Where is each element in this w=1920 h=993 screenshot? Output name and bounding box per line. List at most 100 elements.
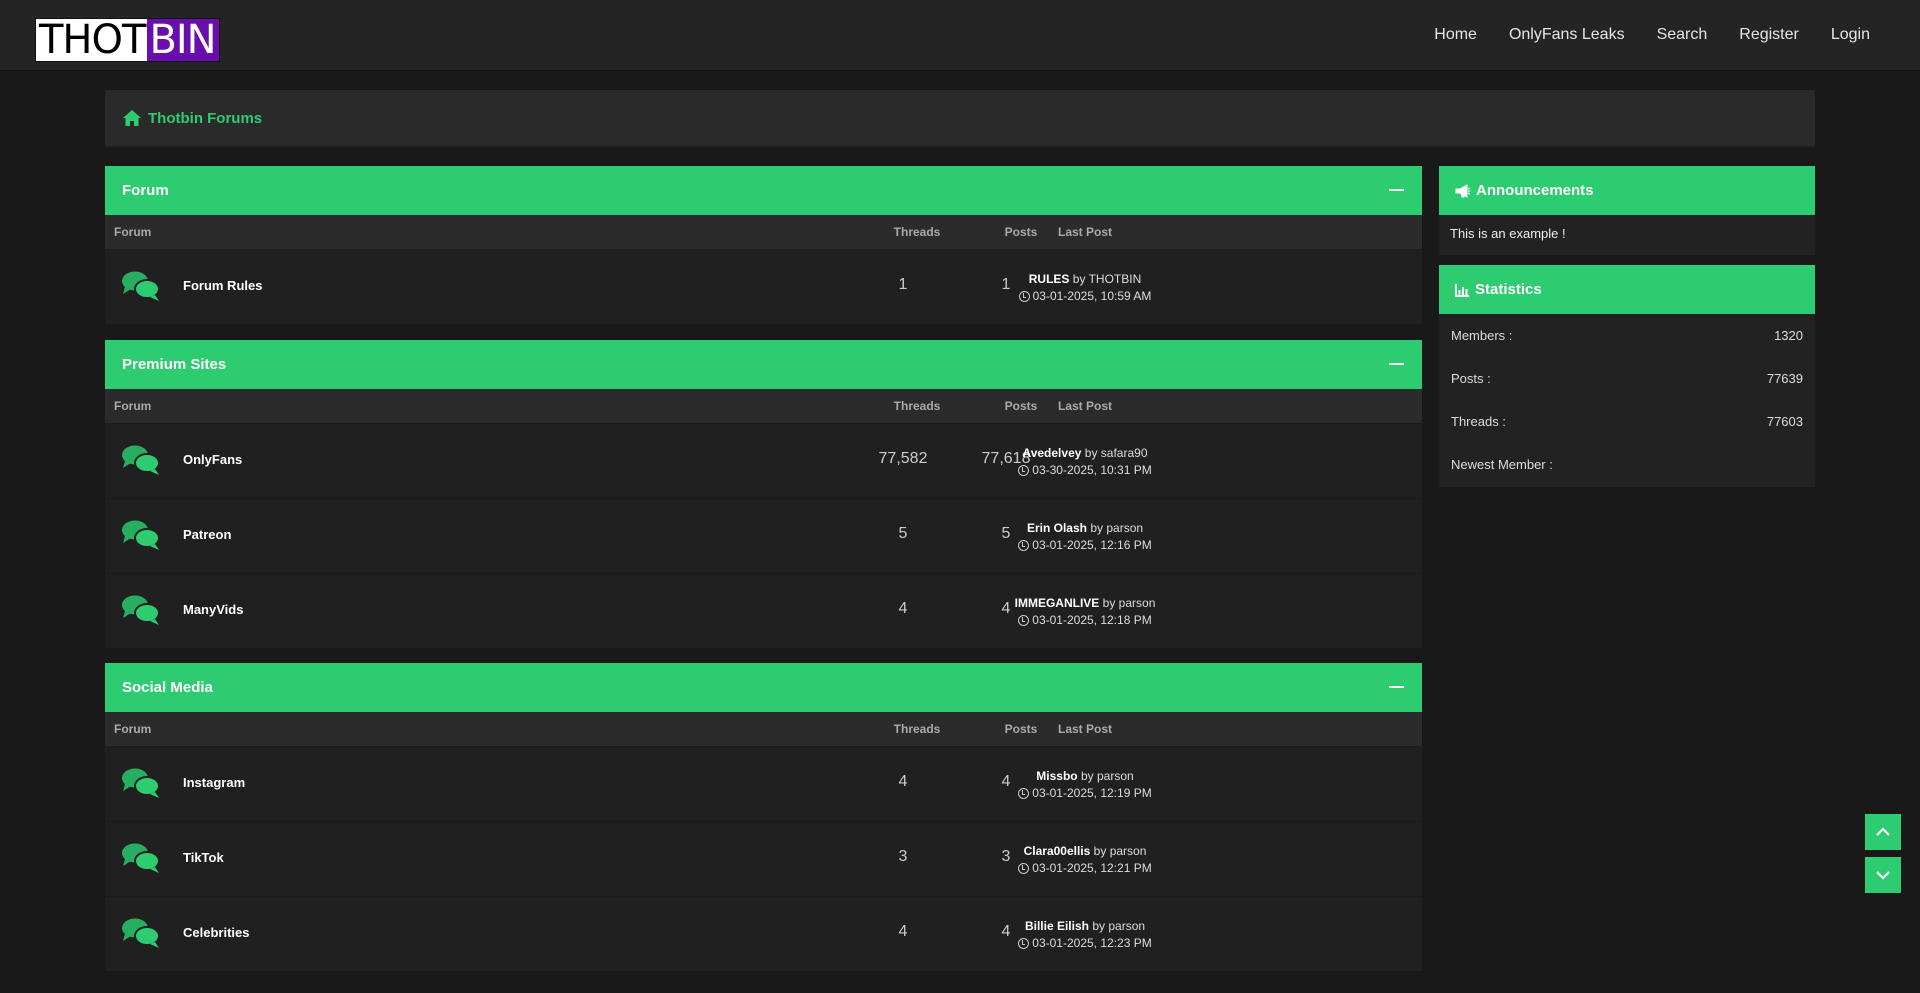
last-post-title-link[interactable]: Billie Eilish bbox=[1025, 919, 1089, 933]
by-text: by bbox=[1080, 769, 1094, 783]
last-post-user-link[interactable]: parson bbox=[1106, 521, 1143, 535]
announcements-header: Announcements bbox=[1439, 166, 1815, 215]
category-title: Premium Sites bbox=[122, 356, 227, 373]
column-header-row: Forum Threads Posts Last Post bbox=[105, 712, 1422, 746]
last-post-time: 03-01-2025, 12:16 PM bbox=[1032, 538, 1152, 552]
last-post-time: 03-01-2025, 12:23 PM bbox=[1032, 936, 1152, 950]
stat-row: Newest Member : bbox=[1439, 443, 1815, 486]
last-post-title-link[interactable]: Avedelvey bbox=[1022, 446, 1081, 460]
last-post-user-link[interactable]: parson bbox=[1108, 919, 1145, 933]
stat-value: 77639 bbox=[1766, 371, 1803, 386]
last-post-time: 03-01-2025, 12:18 PM bbox=[1032, 613, 1152, 627]
nav-search[interactable]: Search bbox=[1657, 26, 1708, 44]
forum-row: Celebrities 4 4 Billie Eilish by parson 03-0… bbox=[105, 896, 1422, 971]
last-post: Erin Olash by parson 03-01-2025, 12:16 PM bbox=[935, 520, 1235, 556]
forum-name-link[interactable]: TikTok bbox=[183, 850, 224, 865]
last-post-user-link[interactable]: parson bbox=[1119, 596, 1156, 610]
last-post-user-link[interactable]: safara90 bbox=[1101, 446, 1148, 460]
collapse-icon[interactable] bbox=[1389, 363, 1404, 365]
announcements-panel: Announcements This is an example ! bbox=[1439, 166, 1815, 255]
statistics-header: Statistics bbox=[1439, 265, 1815, 314]
clock-icon bbox=[1018, 291, 1030, 302]
thread-count: 77,582 bbox=[878, 450, 928, 467]
last-post-title-link[interactable]: IMMEGANLIVE bbox=[1015, 596, 1100, 610]
by-text: by bbox=[1092, 919, 1105, 933]
clock-icon bbox=[1018, 615, 1030, 626]
forum-name-link[interactable]: Patreon bbox=[183, 527, 231, 542]
statistics-panel: Statistics Members : 1320 Posts : 77639 Thre… bbox=[1439, 265, 1815, 487]
last-post-title-link[interactable]: Clara00ellis bbox=[1024, 844, 1091, 858]
nav-onlyfans-leaks[interactable]: OnlyFans Leaks bbox=[1509, 26, 1625, 44]
stat-row: Posts : 77639 bbox=[1439, 357, 1815, 400]
category-panel: Premium Sites Forum Threads Posts Last Post O… bbox=[105, 340, 1422, 648]
col-last-post: Last Post bbox=[1057, 722, 1112, 736]
collapse-icon[interactable] bbox=[1389, 686, 1404, 688]
stat-value: 77603 bbox=[1766, 414, 1803, 429]
by-text: by bbox=[1102, 596, 1116, 610]
by-text: by bbox=[1072, 272, 1086, 286]
stat-label: Members : bbox=[1451, 328, 1513, 343]
nav-home[interactable]: Home bbox=[1434, 26, 1477, 44]
main-nav: Home OnlyFans Leaks Search Register Logi… bbox=[1402, 0, 1870, 70]
category-header: Forum bbox=[105, 166, 1422, 215]
col-forum: Forum bbox=[114, 722, 152, 736]
chevron-up-icon bbox=[1876, 827, 1890, 836]
clock-icon bbox=[1018, 863, 1030, 874]
last-post-title-link[interactable]: Erin Olash bbox=[1027, 521, 1087, 535]
by-text: by bbox=[1093, 844, 1107, 858]
stat-label: Newest Member : bbox=[1451, 457, 1553, 472]
thread-count: 4 bbox=[898, 600, 908, 617]
col-last-post: Last Post bbox=[1057, 399, 1112, 413]
category-title: Forum bbox=[122, 182, 169, 199]
category-title: Social Media bbox=[122, 679, 213, 696]
forum-name-link[interactable]: Forum Rules bbox=[183, 278, 262, 293]
last-post-time: 03-01-2025, 10:59 AM bbox=[1032, 289, 1152, 303]
statistics-title: Statistics bbox=[1475, 281, 1542, 298]
forum-bubbles-icon bbox=[121, 917, 161, 949]
collapse-icon[interactable] bbox=[1389, 189, 1404, 191]
clock-icon bbox=[1018, 938, 1030, 949]
last-post-user-link[interactable]: parson bbox=[1110, 844, 1147, 858]
forum-row: OnlyFans 77,582 77,618 Avedelvey by safara9… bbox=[105, 423, 1422, 498]
last-post: Avedelvey by safara90 03-30-2025, 10:31 P… bbox=[935, 445, 1235, 481]
nav-login[interactable]: Login bbox=[1831, 26, 1870, 44]
megaphone-icon bbox=[1455, 183, 1471, 198]
col-last-post: Last Post bbox=[1057, 225, 1112, 239]
forum-row: Forum Rules 1 1 RULES by THOTBIN 03-01-2025,… bbox=[105, 249, 1422, 324]
last-post-time: 03-30-2025, 10:31 PM bbox=[1032, 463, 1152, 477]
thread-count: 4 bbox=[898, 773, 908, 790]
forum-bubbles-icon bbox=[121, 842, 161, 874]
forum-bubbles-icon bbox=[121, 767, 161, 799]
nav-register[interactable]: Register bbox=[1739, 26, 1799, 44]
last-post-title-link[interactable]: Missbo bbox=[1036, 769, 1077, 783]
last-post: Missbo by parson 03-01-2025, 12:19 PM bbox=[935, 768, 1235, 804]
forum-name-link[interactable]: ManyVids bbox=[183, 602, 243, 617]
forum-name-link[interactable]: Celebrities bbox=[183, 925, 249, 940]
forum-name-link[interactable]: OnlyFans bbox=[183, 452, 242, 467]
forum-row: Patreon 5 5 Erin Olash by parson 03-01-2025,… bbox=[105, 498, 1422, 573]
breadcrumb-forums-link[interactable]: Thotbin Forums bbox=[148, 110, 262, 127]
thread-count: 1 bbox=[898, 276, 908, 293]
logo-part-1: THOT bbox=[36, 19, 148, 61]
last-post-user-link[interactable]: parson bbox=[1097, 769, 1134, 783]
last-post-time: 03-01-2025, 12:19 PM bbox=[1032, 786, 1152, 800]
forum-name-link[interactable]: Instagram bbox=[183, 775, 245, 790]
category-panel: Social Media Forum Threads Posts Last Post In… bbox=[105, 663, 1422, 971]
home-icon[interactable] bbox=[122, 108, 142, 128]
chart-icon bbox=[1455, 283, 1469, 297]
last-post: RULES by THOTBIN 03-01-2025, 10:59 AM bbox=[935, 271, 1235, 307]
last-post: Clara00ellis by parson 03-01-2025, 12:21 … bbox=[935, 843, 1235, 879]
last-post-user-link[interactable]: THOTBIN bbox=[1089, 272, 1142, 286]
forum-bubbles-icon bbox=[121, 270, 161, 302]
site-logo[interactable]: THOT BIN bbox=[35, 18, 220, 62]
last-post-time: 03-01-2025, 12:21 PM bbox=[1032, 861, 1152, 875]
last-post-title-link[interactable]: RULES bbox=[1029, 272, 1070, 286]
stat-label: Posts : bbox=[1451, 371, 1491, 386]
breadcrumb: Thotbin Forums bbox=[105, 90, 1815, 148]
category-panel: Forum Forum Threads Posts Last Post Forum Rul… bbox=[105, 166, 1422, 324]
scroll-bottom-button[interactable] bbox=[1865, 857, 1901, 893]
clock-icon bbox=[1018, 465, 1030, 476]
announcements-title: Announcements bbox=[1476, 182, 1594, 199]
announcement-text: This is an example ! bbox=[1450, 226, 1566, 241]
scroll-top-button[interactable] bbox=[1865, 814, 1901, 850]
